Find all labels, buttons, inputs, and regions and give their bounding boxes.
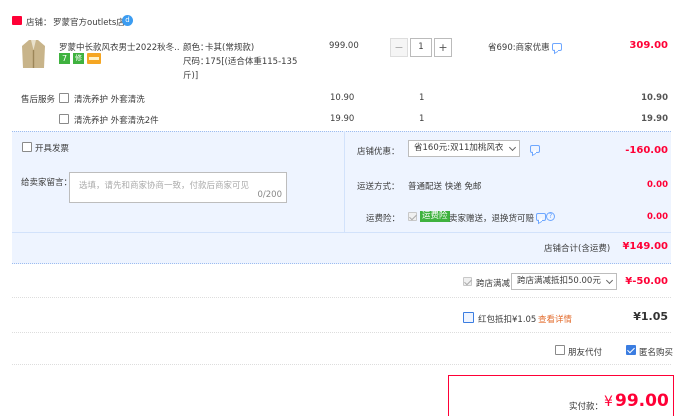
tag-repair-icon: 修 <box>73 53 84 64</box>
shipping-amount: 0.00 <box>647 180 668 190</box>
shop-name[interactable]: 罗蒙官方outlets店 <box>53 16 125 28</box>
invoice-checkbox[interactable] <box>22 142 32 152</box>
item-size-value: 175[(适合体重115-135 <box>205 57 298 67</box>
service-price-1: 10.90 <box>330 93 355 103</box>
item-subtotal: 309.00 <box>629 40 668 51</box>
invoice-label: 开具发票 <box>35 144 70 154</box>
redpacket-label: 红包抵扣¥1.05 <box>478 315 537 325</box>
final-pay-currency: ¥ <box>604 394 613 410</box>
message-placeholder: 选填，请先和商家协商一致，付款后商家可见 <box>79 181 250 191</box>
tag-seven-days-icon: 7 <box>59 53 70 64</box>
panel-total-divider <box>12 232 671 233</box>
shop-label: 店铺： <box>26 18 52 28</box>
cross-store-amount: ¥-50.00 <box>625 276 668 287</box>
shop-badge-icon: d <box>122 15 133 26</box>
divider-3 <box>12 364 671 365</box>
message-label: 给卖家留言： <box>21 178 73 188</box>
item-image[interactable] <box>20 38 47 72</box>
service-name-2: 清洗养护 外套清洗2件 <box>74 116 159 126</box>
service-checkbox-2[interactable] <box>59 114 69 124</box>
cross-store-select[interactable]: 跨店满减抵扣50.00元 <box>511 273 617 290</box>
item-color-value: 卡其(常规款) <box>205 43 255 53</box>
divider-1 <box>12 297 671 298</box>
shop-discount-select-value: 省160元:双11加桃风衣 <box>414 143 504 153</box>
service-qty-1: 1 <box>419 93 425 103</box>
chevron-down-icon <box>508 143 517 152</box>
friend-pay-checkbox[interactable] <box>555 345 565 355</box>
redpacket-amount: ¥1.05 <box>633 310 668 323</box>
shop-header: 店铺： 罗蒙官方outlets店 d <box>12 14 212 28</box>
shop-icon <box>12 16 22 25</box>
insurance-chat-icon[interactable] <box>536 213 546 221</box>
insurance-badge: 运费险 <box>420 211 450 222</box>
shipping-label: 运送方式： <box>357 182 400 192</box>
message-count: 0/200 <box>257 190 283 200</box>
cross-store-select-value: 跨店满减抵扣50.00元 <box>517 276 601 286</box>
final-pay-amount: 99.00 <box>615 391 669 411</box>
quantity-plus-button[interactable]: + <box>434 38 452 57</box>
quantity-minus-button[interactable]: − <box>390 38 408 57</box>
shop-total-label: 店铺合计(含运费) <box>544 244 611 254</box>
shop-discount-select[interactable]: 省160元:双11加桃风衣 <box>408 140 520 157</box>
discount-chat-icon[interactable] <box>530 145 540 153</box>
panel-divider <box>344 131 345 232</box>
shop-total-amount: ¥149.00 <box>622 241 668 252</box>
service-qty-2: 1 <box>419 114 425 124</box>
tag-card-icon <box>87 53 101 64</box>
insurance-text: 卖家赠送，退换货可赔 <box>449 214 535 224</box>
chevron-down-icon <box>605 276 614 285</box>
insurance-checkbox <box>408 212 417 221</box>
cross-store-checkbox <box>463 277 472 286</box>
item-tags: 7 修 <box>59 53 109 64</box>
cross-store-label: 跨店满减 <box>476 279 511 289</box>
shipping-value: 普通配送 快递 免邮 <box>408 182 482 192</box>
friend-pay-label: 朋友代付 <box>568 348 603 358</box>
redpacket-link[interactable]: 查看详情 <box>538 313 572 325</box>
item-title[interactable]: 罗蒙中长款风衣男士2022秋冬... <box>59 41 179 53</box>
service-total-2: 19.90 <box>641 114 668 124</box>
service-name-1: 清洗养护 外套清洗 <box>74 95 145 105</box>
anonymous-checkbox[interactable] <box>626 345 636 355</box>
services-label: 售后服务 <box>21 95 56 105</box>
item-promo: 省690:商家优惠 <box>488 43 550 53</box>
help-icon[interactable]: ? <box>546 212 555 221</box>
item-size-value-cont: 斤)] <box>183 71 199 81</box>
service-checkbox-1[interactable] <box>59 93 69 103</box>
quantity-stepper[interactable]: − 1 + <box>390 38 454 57</box>
insurance-label: 运费险： <box>366 214 401 224</box>
service-total-1: 10.90 <box>641 93 668 103</box>
shop-discount-label: 店铺优惠： <box>357 147 400 157</box>
promo-chat-icon[interactable] <box>552 43 562 51</box>
final-pay-box: 实付款： ¥ 99.00 <box>448 375 674 416</box>
message-textarea[interactable]: 选填，请先和商家协商一致，付款后商家可见 0/200 <box>69 172 287 203</box>
divider-2 <box>12 332 671 333</box>
shop-discount-amount: -160.00 <box>625 145 668 156</box>
quantity-input[interactable]: 1 <box>410 38 432 57</box>
insurance-amount: 0.00 <box>647 212 668 222</box>
final-pay-label: 实付款： <box>569 402 604 412</box>
redpacket-checkbox[interactable] <box>463 312 474 323</box>
service-price-2: 19.90 <box>330 114 355 124</box>
item-price: 999.00 <box>329 41 359 51</box>
anonymous-label: 匿名购买 <box>639 348 674 358</box>
